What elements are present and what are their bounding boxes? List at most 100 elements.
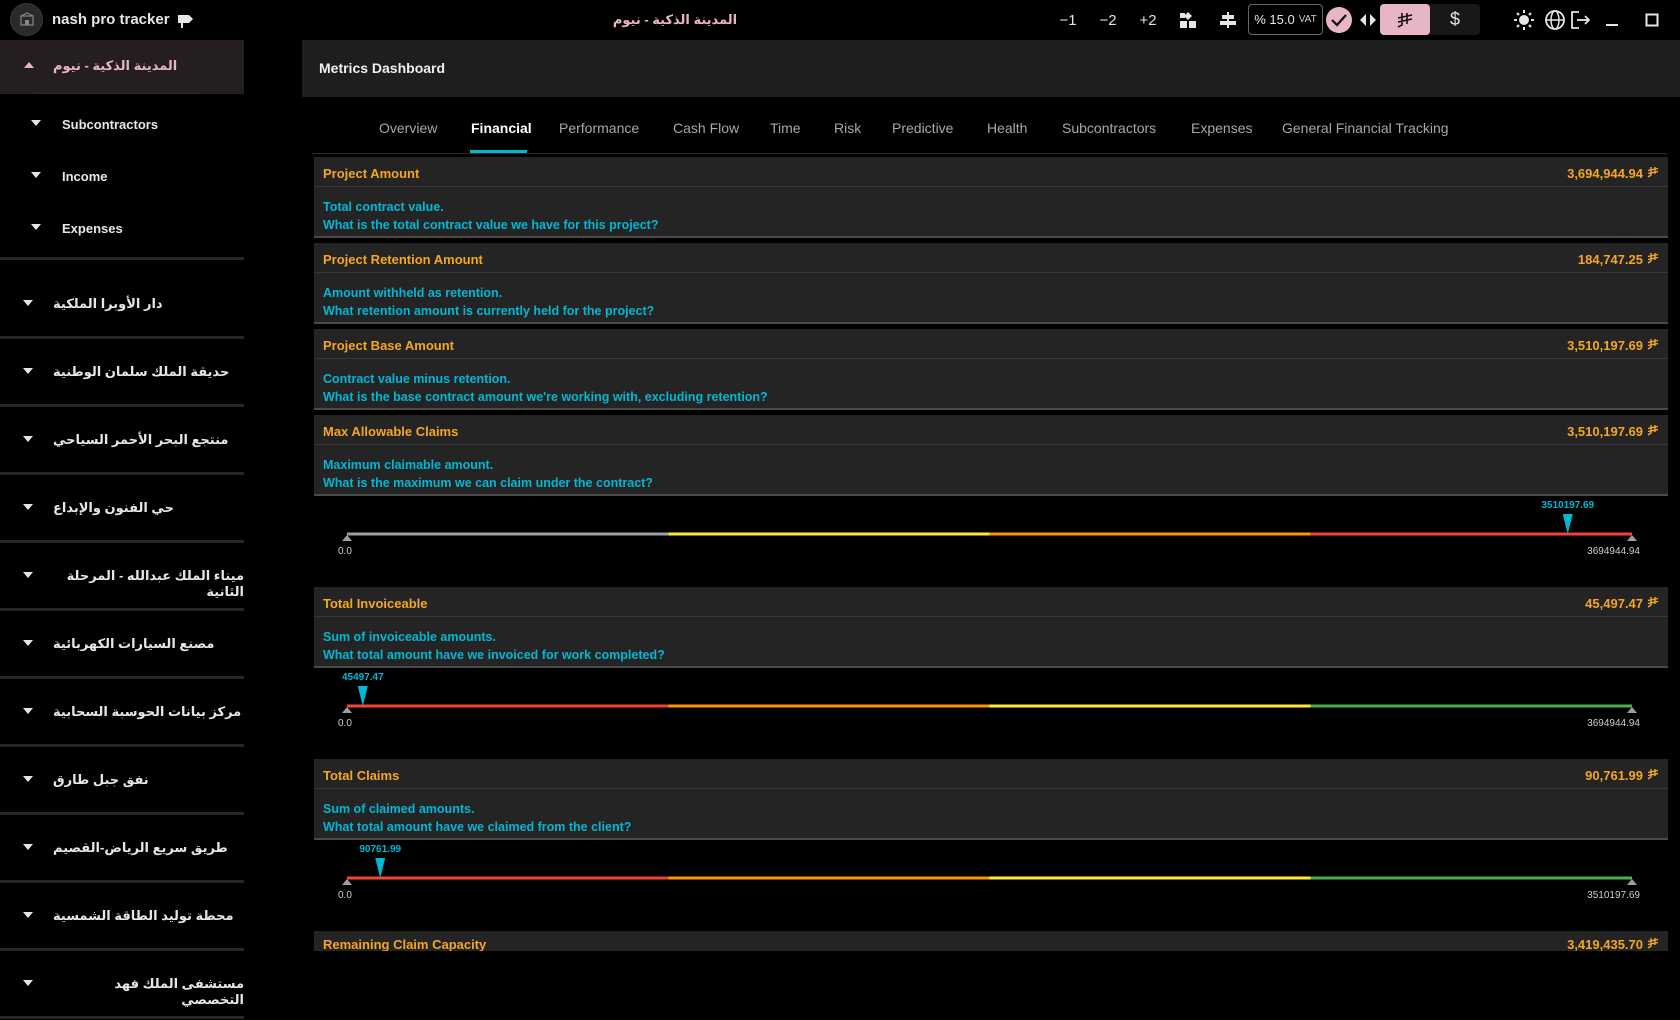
- increase-two-button[interactable]: +2: [1135, 9, 1161, 31]
- sar-currency-icon[interactable]: [1380, 4, 1430, 35]
- divider: [0, 1016, 244, 1019]
- maximize-icon[interactable]: [1640, 8, 1664, 32]
- tab-risk[interactable]: Risk: [834, 120, 861, 136]
- metric-question: What total amount have we claimed from t…: [323, 820, 632, 834]
- sidebar-item-label: مركز بيانات الحوسبة السحابية: [53, 704, 242, 719]
- sidebar-item-project[interactable]: حديقة الملك سلمان الوطنية: [0, 340, 244, 402]
- logout-icon[interactable]: [1568, 8, 1592, 32]
- sidebar-item-project[interactable]: محطة توليد الطاقة الشمسية: [0, 884, 244, 946]
- gauge-min-tick: [342, 879, 352, 885]
- minimize-icon[interactable]: [1600, 8, 1624, 32]
- metric-description: Sum of claimed amounts.: [323, 802, 475, 816]
- tab-cash-flow[interactable]: Cash Flow: [673, 120, 739, 136]
- divider: [33, 93, 203, 94]
- gauge-max-tick: [1627, 879, 1637, 885]
- sidebar-item-label: مصنع السيارات الكهربائية: [53, 636, 215, 651]
- sidebar-item-project[interactable]: منتجع البحر الأحمر السياحي: [0, 408, 244, 470]
- vat-rate-field[interactable]: % 15.0 VAT: [1248, 4, 1323, 35]
- globe-icon[interactable]: [1543, 8, 1567, 32]
- sar-currency-icon: [1647, 768, 1659, 783]
- swap-direction-icon[interactable]: [1357, 11, 1379, 29]
- gauge-max-label: 3694944.94: [1587, 718, 1640, 729]
- usd-currency-button[interactable]: $: [1430, 4, 1480, 35]
- metric-question: What retention amount is currently held …: [323, 304, 655, 318]
- metric-title: Total Claims: [323, 768, 400, 783]
- metric-card-base-amount: Project Base Amount 3,510,197.69 Contrac…: [314, 329, 1668, 410]
- sidebar-item-project[interactable]: مصنع السيارات الكهربائية: [0, 612, 244, 674]
- tab-overview[interactable]: Overview: [379, 120, 437, 136]
- divider: [314, 788, 1668, 789]
- divider: [0, 257, 244, 260]
- chevron-down-icon: [23, 912, 33, 918]
- tab-time[interactable]: Time: [770, 120, 801, 136]
- metric-question: What is the maximum we can claim under t…: [323, 476, 653, 490]
- gauge-track: [342, 858, 1637, 885]
- gauge-value-marker: [1562, 514, 1573, 534]
- metric-title: Max Allowable Claims: [323, 424, 459, 439]
- sar-currency-icon: [1647, 937, 1659, 951]
- tab-health[interactable]: Health: [987, 120, 1027, 136]
- tab-general-financial-tracking[interactable]: General Financial Tracking: [1282, 120, 1449, 136]
- sidebar-item-label: حديقة الملك سلمان الوطنية: [53, 364, 230, 379]
- tab-financial[interactable]: Financial: [471, 120, 532, 136]
- tab-predictive[interactable]: Predictive: [892, 120, 953, 136]
- sidebar-item-label: منتجع البحر الأحمر السياحي: [53, 432, 229, 447]
- metric-card-retention-amount: Project Retention Amount 184,747.25 Amou…: [314, 243, 1668, 324]
- sidebar-item-project[interactable]: مستشفى الملك فهد التخصصي: [0, 952, 244, 1014]
- divider: [0, 948, 244, 951]
- decrease-two-button[interactable]: −2: [1095, 9, 1121, 31]
- app-name: nash pro tracker: [52, 11, 170, 28]
- sidebar-subitem-income[interactable]: Income: [0, 154, 244, 198]
- metric-card-remaining-claim-capacity: Remaining Claim Capacity 3,419,435.70: [314, 931, 1668, 951]
- sidebar-subitem-subcontractors[interactable]: Subcontractors: [0, 102, 244, 146]
- route-sign-icon[interactable]: [175, 9, 197, 31]
- sidebar-subitem-expenses[interactable]: Expenses: [0, 206, 244, 250]
- page-title: Metrics Dashboard: [319, 60, 446, 76]
- metric-title: Project Retention Amount: [323, 252, 483, 267]
- check-icon[interactable]: [1326, 7, 1352, 33]
- divider: [0, 744, 244, 747]
- gauge-value-marker: [357, 686, 368, 706]
- metric-value: 3,510,197.69: [1567, 424, 1659, 439]
- sidebar-item-project[interactable]: نفق جبل طارق: [0, 748, 244, 810]
- gauge-total-invoiceable: 45497.47 0.0 3694944.94: [338, 672, 1640, 732]
- tab-subcontractors[interactable]: Subcontractors: [1062, 120, 1156, 136]
- chevron-down-icon: [23, 844, 33, 850]
- sidebar-item-label: نفق جبل طارق: [53, 772, 149, 787]
- chevron-down-icon: [31, 172, 41, 178]
- currency-toggle: $: [1380, 4, 1480, 35]
- chevron-down-icon: [23, 504, 33, 510]
- grid-layout-icon[interactable]: [1176, 8, 1200, 32]
- metric-value: 45,497.47: [1585, 596, 1659, 611]
- metric-description: Amount withheld as retention.: [323, 286, 503, 300]
- gauge-max-tick: [1627, 707, 1637, 713]
- metric-description: Sum of invoiceable amounts.: [323, 630, 496, 644]
- divider: [0, 812, 244, 815]
- sidebar-item-project[interactable]: مركز بيانات الحوسبة السحابية: [0, 680, 244, 742]
- tab-expenses[interactable]: Expenses: [1191, 120, 1252, 136]
- tab-performance[interactable]: Performance: [559, 120, 639, 136]
- vat-value: % 15.0: [1254, 12, 1295, 27]
- metric-title: Remaining Claim Capacity: [323, 937, 487, 951]
- chevron-down-icon: [23, 300, 33, 306]
- sidebar-item-label: محطة توليد الطاقة الشمسية: [53, 908, 234, 923]
- decrease-one-button[interactable]: −1: [1056, 9, 1080, 31]
- gauge-max-allowable-claims: 3510197.69 0.0 3694944.94: [338, 500, 1640, 560]
- sidebar-item-project[interactable]: دار الأوبرا الملكية: [0, 272, 244, 334]
- sidebar-item-label: مستشفى الملك فهد التخصصي: [114, 976, 244, 1007]
- sar-currency-icon: [1647, 166, 1659, 181]
- gauge-track: [342, 686, 1637, 713]
- metric-question: What total amount have we invoiced for w…: [323, 648, 665, 662]
- gauge-max-label: 3694944.94: [1587, 546, 1640, 557]
- metric-card-total-claims: Total Claims 90,761.99 Sum of claimed am…: [314, 759, 1668, 840]
- sidebar-item-active-project[interactable]: المدينة الذكية - نيوم: [0, 40, 244, 94]
- align-center-icon[interactable]: [1216, 8, 1240, 32]
- brightness-icon[interactable]: [1512, 8, 1536, 32]
- metric-card-total-invoiceable: Total Invoiceable 45,497.47 Sum of invoi…: [314, 587, 1668, 668]
- sidebar-item-project[interactable]: طريق سريع الرياض-القصيم: [0, 816, 244, 878]
- metric-value: 90,761.99: [1585, 768, 1659, 783]
- title-bar: nash pro tracker المدينة الذكية - نيوم −…: [0, 0, 1680, 40]
- sidebar-item-project[interactable]: ميناء الملك عبدالله - المرحلة الثانية: [0, 544, 244, 606]
- sidebar-item-project[interactable]: حي الفنون والإبداع: [0, 476, 244, 538]
- divider: [0, 608, 244, 611]
